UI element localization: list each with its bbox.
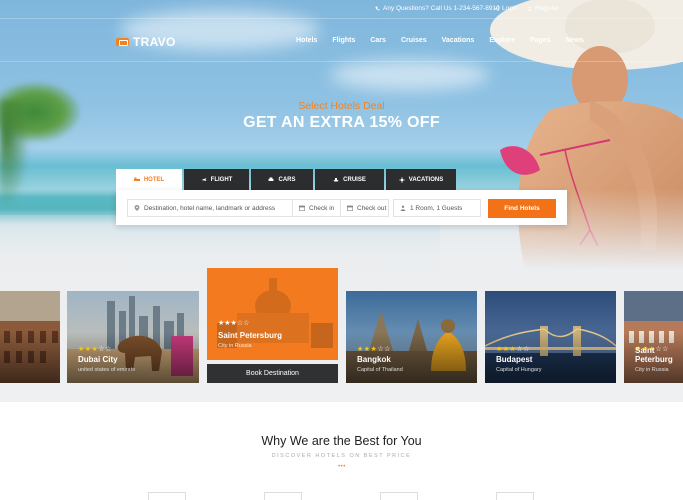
main-navbar: TRAVO Hotels Flights Cars Cruises Vacati…: [0, 18, 683, 62]
rating-stars: ★★★☆☆: [496, 346, 530, 353]
section-divider-dots: •••: [338, 464, 346, 470]
tab-label: FLIGHT: [210, 176, 233, 183]
top-bar: Any Questions? Call Us 1-234-567-8910 Lo…: [0, 0, 683, 18]
destination-name: Saint Petersburg: [218, 331, 283, 340]
register-link[interactable]: Register: [527, 5, 559, 12]
tab-label: VACATIONS: [408, 176, 444, 183]
feature-box: [264, 492, 302, 500]
login-label: Login: [502, 5, 518, 12]
tab-label: HOTEL: [143, 176, 165, 183]
logo-icon: [116, 38, 129, 46]
feature-box: [148, 492, 186, 500]
tab-flight[interactable]: FLIGHT: [184, 169, 249, 190]
destination-card-saint-peterburg[interactable]: ★★★☆☆ Saint Peterburg City in Russia: [624, 291, 683, 383]
contact-text: Any Questions? Call Us 1-234-567-8910: [383, 5, 500, 12]
phone-icon: [375, 6, 380, 11]
hero-headline: GET AN EXTRA 15% OFF: [243, 114, 440, 131]
deal-subtitle: Select Hotels Deal: [298, 100, 385, 112]
calendar-icon: [347, 205, 353, 211]
book-destination-button[interactable]: Book Destination: [207, 364, 338, 383]
menu-item-flights[interactable]: Flights: [332, 37, 355, 44]
menu-item-pages[interactable]: Pages: [530, 37, 551, 44]
rating-stars: ★★★☆☆: [218, 320, 250, 327]
menu-item-explore[interactable]: Explore: [489, 37, 515, 44]
bed-icon: [133, 177, 140, 182]
why-us-section: [0, 402, 683, 500]
destination-subtitle: City in Russia: [218, 343, 252, 349]
guests-select[interactable]: 1 Room, 1 Guests: [393, 199, 481, 217]
calendar-icon: [299, 205, 305, 211]
menu-item-news[interactable]: News: [566, 37, 584, 44]
menu-item-cruises[interactable]: Cruises: [401, 37, 427, 44]
login-link[interactable]: Login: [494, 5, 518, 12]
destination-card-budapest[interactable]: ★★★☆☆ Budapest Capital of Hungary: [485, 291, 616, 383]
destination-subtitle: City in Russia: [635, 367, 669, 373]
destination-name: Saint Peterburg: [635, 346, 673, 364]
user-icon: [527, 6, 532, 11]
tab-vacations[interactable]: VACATIONS: [386, 169, 456, 190]
feature-box: [496, 492, 534, 500]
rating-stars: ★★★☆☆: [78, 346, 112, 353]
tab-cruise[interactable]: CRUISE: [315, 169, 384, 190]
location-pin-icon: [134, 205, 140, 211]
destination-input[interactable]: Destination, hotel name, landmark or add…: [127, 199, 293, 217]
section-title: Why We are the Best for You: [261, 434, 422, 448]
tab-label: CARS: [278, 176, 296, 183]
menu-item-vacations[interactable]: Vacations: [442, 37, 475, 44]
destination-card-dubai[interactable]: ★★★☆☆ Dubai City united states of emirat…: [67, 291, 199, 383]
checkin-label: Check in: [309, 204, 335, 212]
destination-placeholder: Destination, hotel name, landmark or add…: [144, 204, 276, 212]
tab-label: CRUISE: [343, 176, 366, 183]
car-icon: [268, 177, 274, 182]
destination-name: Bangkok: [357, 355, 391, 364]
checkout-label: Check out: [357, 204, 387, 212]
checkin-field[interactable]: Check in: [292, 199, 341, 217]
feature-box: [380, 492, 418, 500]
hotel-search-form: Destination, hotel name, landmark or add…: [116, 190, 567, 225]
main-menu: Hotels Flights Cars Cruises Vacations Ex…: [296, 37, 599, 44]
rating-stars: ★★★☆☆: [357, 346, 391, 353]
find-hotels-button[interactable]: Find Hotels: [488, 199, 556, 218]
tab-cars[interactable]: CARS: [251, 169, 313, 190]
logo[interactable]: TRAVO: [116, 35, 176, 49]
section-subtitle: DISCOVER HOTELS ON BEST PRICE: [271, 453, 412, 459]
menu-item-cars[interactable]: Cars: [370, 37, 386, 44]
sun-icon: [398, 177, 405, 183]
destination-name: Dubai City: [78, 355, 118, 364]
destination-card[interactable]: [0, 291, 60, 383]
contact-info: Any Questions? Call Us 1-234-567-8910: [375, 5, 500, 12]
login-icon: [494, 6, 499, 11]
search-tabs: HOTEL FLIGHT CARS CRUISE VACATIONS: [116, 169, 458, 190]
plane-icon: [201, 177, 207, 182]
guests-value: 1 Room, 1 Guests: [410, 204, 463, 212]
ship-icon: [333, 177, 339, 182]
tab-hotel[interactable]: HOTEL: [116, 169, 182, 190]
featured-destination-card[interactable]: ★★★☆☆ Saint Petersburg City in Russia: [207, 268, 338, 360]
destination-subtitle: Capital of Thailand: [357, 367, 403, 373]
destination-name: Budapest: [496, 355, 533, 364]
menu-item-hotels[interactable]: Hotels: [296, 37, 317, 44]
logo-text: TRAVO: [133, 35, 176, 49]
destination-subtitle: Capital of Hungary: [496, 367, 542, 373]
checkout-field[interactable]: Check out: [340, 199, 389, 217]
destination-card-bangkok[interactable]: ★★★☆☆ Bangkok Capital of Thailand: [346, 291, 477, 383]
user-icon: [400, 205, 406, 211]
card-overlay: [0, 332, 60, 383]
destination-subtitle: united states of emirate: [78, 367, 136, 373]
register-label: Register: [535, 5, 560, 12]
